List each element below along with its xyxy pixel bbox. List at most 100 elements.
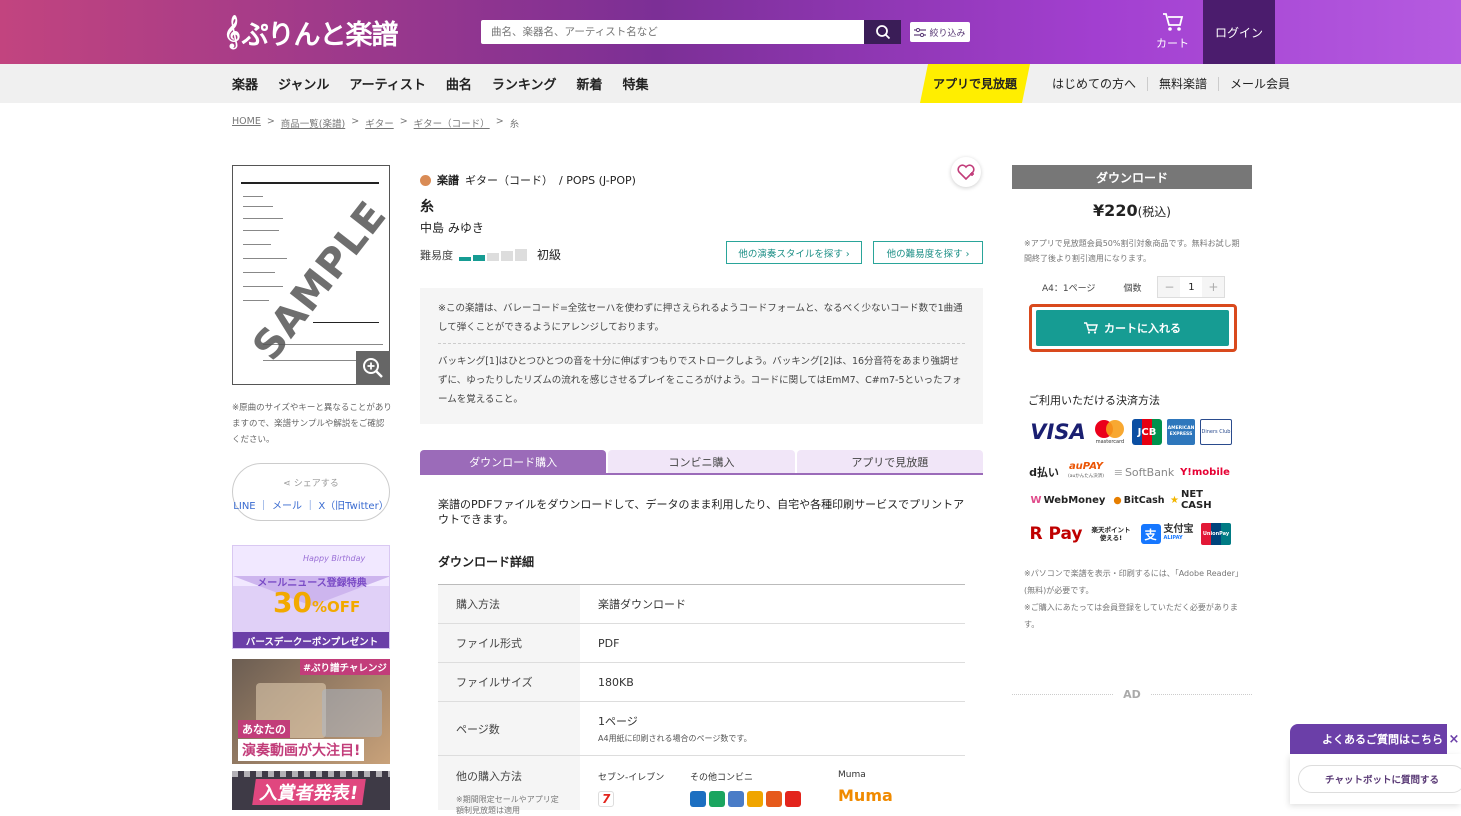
- breadcrumb-home[interactable]: HOME: [232, 116, 261, 130]
- nav-item-free-scores[interactable]: 無料楽譜: [1147, 76, 1218, 91]
- nav-item-ranking[interactable]: ランキング: [492, 74, 557, 93]
- search-input[interactable]: [481, 20, 864, 44]
- category-genre[interactable]: / POPS (J-POP): [559, 174, 636, 187]
- ad-label: AD: [1123, 687, 1141, 701]
- share-title-text: シェアする: [293, 479, 339, 489]
- bitcash-text: BitCash: [1123, 494, 1165, 506]
- quantity-plus-button[interactable]: +: [1202, 277, 1225, 297]
- diners-logo: Diners Club: [1200, 419, 1232, 445]
- share-links[interactable]: LINE ｜ メール ｜ X（旧Twitter）: [233, 497, 389, 512]
- cart-icon: [1162, 13, 1183, 31]
- store-seven[interactable]: セブン-イレブン 7: [598, 770, 664, 807]
- breadcrumb: HOME > 商品一覧(楽譜) > ギター > ギター（コード） > 糸: [232, 116, 519, 130]
- tab-convenience[interactable]: コンビニ購入: [608, 450, 795, 473]
- difficulty-bar: [459, 256, 471, 261]
- store-other[interactable]: その他コンビニ: [690, 770, 801, 807]
- amex-logo: AMERICAN EXPRESS: [1167, 419, 1195, 445]
- add-to-cart-button[interactable]: カートに入れる: [1036, 310, 1229, 346]
- breadcrumb-guitar[interactable]: ギター: [365, 116, 394, 130]
- logo-text: ぷりんと楽譜: [241, 19, 399, 51]
- close-icon[interactable]: ×: [1447, 724, 1461, 754]
- cart-button[interactable]: カート: [1145, 10, 1200, 54]
- jcb-logo: JCB: [1132, 419, 1162, 445]
- breadcrumb-sep: >: [495, 116, 504, 127]
- banner2-line1: あなたの: [238, 720, 290, 738]
- login-button[interactable]: ログイン: [1203, 0, 1275, 64]
- bitcash-logo: ● BitCash: [1113, 494, 1165, 506]
- price: ¥220(税込): [1012, 201, 1252, 220]
- nav-right: はじめての方へ 無料楽譜 メール会員: [1052, 64, 1301, 103]
- search-box: [481, 20, 901, 44]
- search-button[interactable]: [864, 20, 901, 44]
- nav-item-artist[interactable]: アーティスト: [349, 74, 425, 93]
- category-line: 楽譜 ギター（コード） / POPS (J-POP): [420, 172, 636, 188]
- banner1-off: %OFF: [311, 598, 361, 616]
- ministop-icon: [728, 791, 744, 807]
- winners-banner[interactable]: 入賞者発表!: [232, 771, 390, 810]
- quantity-value[interactable]: 1: [1180, 277, 1203, 297]
- description-note: ※この楽譜は、バレーコード=全弦セーハを使わずに押さえられるようコードフォームと…: [438, 299, 965, 344]
- site-logo[interactable]: 𝄞 ぷりんと楽譜: [224, 14, 399, 51]
- music-clef-icon: 𝄞: [224, 15, 241, 48]
- add-to-cart-label: カートに入れる: [1104, 322, 1181, 335]
- breadcrumb-products[interactable]: 商品一覧(楽譜): [281, 116, 345, 130]
- tab-download[interactable]: ダウンロード購入: [420, 450, 607, 473]
- row-key: ファイル形式: [438, 624, 580, 662]
- banner2-tag: #ぷり譜チャレンジ: [300, 659, 390, 675]
- zoom-button[interactable]: [356, 351, 390, 385]
- netcash-text: NET CASH: [1180, 489, 1212, 511]
- row-value: PDF: [580, 624, 965, 662]
- tab-app[interactable]: アプリで見放題: [796, 450, 983, 473]
- breadcrumb-sep: >: [266, 116, 275, 127]
- quantity-minus-button[interactable]: −: [1158, 277, 1181, 297]
- other-level-button[interactable]: 他の難易度を探す ›: [873, 241, 983, 264]
- difficulty-bar: [501, 250, 513, 261]
- row-value: 1ページ A4用紙に印刷される場合のページ数です。: [580, 702, 965, 755]
- aupay-logo: auPAY (auかんたん決済): [1065, 460, 1107, 484]
- row-value-text: PDF: [598, 636, 620, 650]
- nav-item-beginners[interactable]: はじめての方へ: [1052, 77, 1147, 91]
- rakuten-pay-logo: R Pay: [1029, 524, 1083, 544]
- store-other-label: その他コンビニ: [690, 773, 754, 783]
- nav-item-new[interactable]: 新着: [576, 74, 602, 93]
- price-tax: (税込): [1137, 205, 1171, 219]
- chatbot-button[interactable]: チャットボットに質問する: [1298, 765, 1461, 793]
- app-unlimited-link[interactable]: アプリで見放題: [920, 64, 1030, 103]
- row-value-text: 1ページ: [598, 715, 638, 728]
- muma-logo: Muma: [838, 786, 893, 805]
- rakuten-point-logo: 楽天ポイント使える!: [1091, 526, 1131, 542]
- category-sub[interactable]: ギター（コード）: [465, 172, 553, 188]
- price-value: ¥220: [1093, 201, 1138, 220]
- table-row: ファイル形式 PDF: [438, 624, 965, 663]
- faq-widget-header[interactable]: よくあるご質問はこちら ×: [1290, 724, 1461, 754]
- product-artist[interactable]: 中島 みゆき: [420, 219, 484, 236]
- nav-item-mail-member[interactable]: メール会員: [1218, 76, 1301, 91]
- adobe-note: ※パソコンで楽譜を表示・印刷するには、「Adobe Reader」(無料)が必要…: [1024, 569, 1243, 595]
- download-detail-table: 購入方法 楽譜ダウンロード ファイル形式 PDF ファイルサイズ 180KB ペ…: [438, 584, 965, 756]
- challenge-banner[interactable]: #ぷり譜チャレンジ あなたの 演奏動画が大注目!: [232, 659, 390, 764]
- dailyyamazaki-icon: [747, 791, 763, 807]
- header: 𝄞 ぷりんと楽譜 絞り込み カート ログイン: [0, 0, 1461, 64]
- nav-item-song[interactable]: 曲名: [446, 74, 472, 93]
- share-title: ⋖ シェアする: [233, 476, 389, 489]
- nav-item-instrument[interactable]: 楽器: [232, 74, 258, 93]
- netcash-logo: ★ NET CASH: [1170, 489, 1232, 511]
- favorite-button[interactable]: [951, 157, 981, 187]
- other-style-button[interactable]: 他の演奏スタイルを探す ›: [726, 241, 862, 264]
- store-muma[interactable]: Muma Muma: [838, 770, 893, 805]
- breadcrumb-guitar-chord[interactable]: ギター（コード）: [414, 116, 490, 130]
- nav-item-feature[interactable]: 特集: [622, 74, 648, 93]
- difficulty-bar: [487, 252, 499, 261]
- preview-note: ※原曲のサイズやキーと異なることがありますので、楽譜サンプルや解説をご確認くださ…: [232, 403, 392, 445]
- seicomart-icon: [766, 791, 782, 807]
- banner2-line2: 演奏動画が大注目!: [238, 739, 365, 761]
- birthday-coupon-banner[interactable]: Happy Birthday メールニュース登録特典 30%OFF バースデーク…: [232, 545, 390, 649]
- nav-item-genre[interactable]: ジャンル: [278, 74, 329, 93]
- filter-button[interactable]: 絞り込み: [910, 22, 970, 42]
- quantity-row: A4：1ページ 個数 − 1 +: [1042, 276, 1226, 298]
- banner1-happy-birthday: Happy Birthday: [303, 554, 366, 563]
- alipay-icon: 支: [1140, 524, 1161, 544]
- banner3-text: 入賞者発表!: [252, 779, 367, 805]
- cart-label: カート: [1156, 37, 1189, 50]
- alipay-sub: ALIPAY: [1163, 535, 1183, 541]
